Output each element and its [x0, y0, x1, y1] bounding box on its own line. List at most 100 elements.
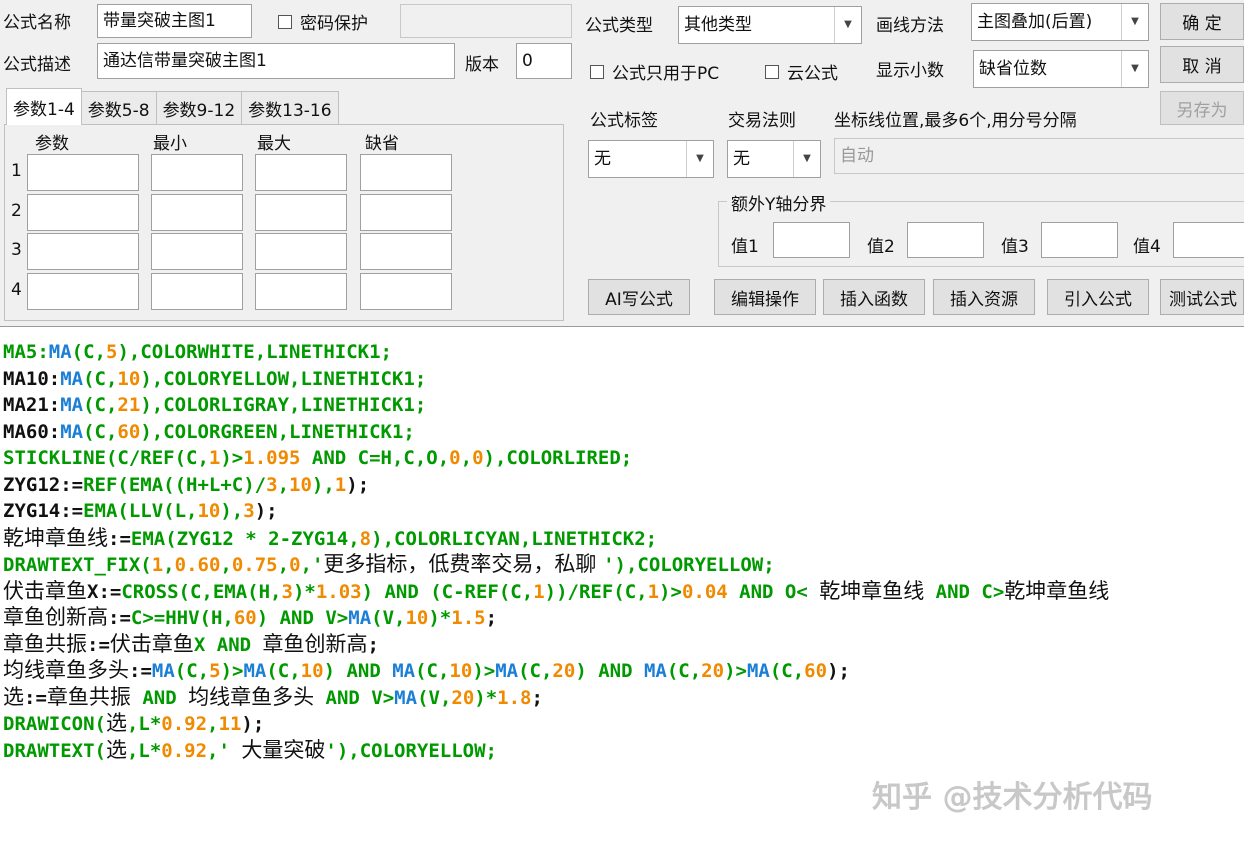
code-token: STICKLINE(C/REF(C, [3, 447, 209, 469]
code-token: (V, [417, 686, 452, 709]
code-token: 乾坤章鱼线 [819, 578, 925, 603]
code-token: AND O< [727, 580, 820, 603]
param-min-input[interactable] [151, 194, 243, 231]
code-token: (V, [371, 607, 406, 629]
param-min-input[interactable] [151, 154, 243, 191]
param-row-number: 4 [11, 280, 22, 300]
formula-name-input[interactable]: 带量突破主图1 [97, 4, 252, 38]
code-token: AND [130, 686, 189, 709]
param-header-name: 参数 [35, 134, 69, 154]
code-token: , [277, 554, 290, 576]
code-token: , [163, 554, 175, 576]
code-token: ))/REF(C, [544, 580, 648, 603]
code-token: 章鱼创新高 [262, 631, 368, 656]
code-token: 3 [281, 580, 293, 603]
chevron-down-icon[interactable]: ▼ [793, 141, 820, 177]
code-token: MA [348, 607, 372, 629]
code-token: 60 [117, 420, 141, 443]
cloud-formula-checkbox[interactable]: 云公式 [765, 59, 838, 84]
insert-function-button[interactable]: 插入函数 [823, 279, 925, 315]
code-token: MA [392, 660, 416, 682]
code-token: 章鱼共振 [46, 684, 131, 709]
param-max-input[interactable] [255, 194, 347, 231]
code-token: ); [254, 500, 278, 522]
code-token: := [108, 607, 131, 629]
param-max-input[interactable] [255, 273, 347, 310]
param-name-input[interactable] [27, 273, 139, 310]
checkbox-box[interactable] [590, 64, 604, 79]
param-max-input[interactable] [255, 233, 347, 270]
code-token: (C, [83, 420, 118, 443]
checkbox-box[interactable] [278, 14, 292, 29]
trade-rule-value: 无 [733, 149, 750, 169]
param-max-input[interactable] [255, 154, 347, 191]
insert-resource-button[interactable]: 插入资源 [933, 279, 1035, 315]
code-token: 10 [197, 500, 221, 522]
tab-params-5-8[interactable]: 参数5-8 [80, 91, 157, 125]
param-tab-panel: 参数 最小 最大 缺省 1 2 3 4 [4, 124, 564, 321]
tab-params-1-4[interactable]: 参数1-4 [6, 88, 82, 125]
code-token: 10 [117, 367, 141, 390]
param-name-input[interactable] [27, 154, 139, 191]
formula-tag-select[interactable]: 无 ▼ [588, 140, 714, 178]
param-row-number: 3 [11, 240, 22, 260]
code-token: ); [827, 660, 850, 682]
trade-rule-label: 交易法则 [728, 111, 796, 131]
tab-params-13-16[interactable]: 参数13-16 [241, 91, 339, 125]
formula-type-select[interactable]: 其他类型 ▼ [678, 6, 862, 44]
param-name-input[interactable] [27, 194, 139, 231]
tab-params-9-12[interactable]: 参数9-12 [155, 91, 243, 125]
code-token: '),COLORYELLOW; [603, 554, 775, 576]
import-formula-button[interactable]: 引入公式 [1047, 279, 1149, 315]
version-input[interactable]: 0 [516, 43, 572, 79]
axis-position-label: 坐标线位置,最多6个,用分号分隔 [834, 111, 1077, 131]
code-token: 选 [105, 737, 127, 762]
y-value-2-input[interactable] [907, 222, 984, 258]
y-value-1-input[interactable] [773, 222, 850, 258]
code-token: MA [394, 686, 418, 709]
param-min-input[interactable] [151, 273, 243, 310]
formula-desc-input[interactable]: 通达信带量突破主图1 [97, 43, 455, 79]
test-formula-button[interactable]: 测试公式 [1160, 279, 1244, 315]
draw-method-select[interactable]: 主图叠加(后置) ▼ [971, 3, 1149, 41]
param-name-input[interactable] [27, 233, 139, 270]
checkbox-box[interactable] [765, 64, 779, 79]
trade-rule-select[interactable]: 无 ▼ [727, 140, 821, 178]
code-token: ; [367, 633, 379, 656]
pc-only-checkbox[interactable]: 公式只用于PC [590, 59, 719, 84]
code-token: 10 [300, 660, 324, 682]
y-value-4-input[interactable] [1173, 222, 1244, 258]
password-protect-checkbox[interactable]: 密码保护 [278, 9, 368, 34]
edit-operations-button[interactable]: 编辑操作 [714, 279, 816, 315]
param-default-input[interactable] [360, 154, 452, 191]
code-token: 20 [552, 660, 576, 682]
code-token: (C, [83, 394, 118, 416]
ok-button[interactable]: 确 定 [1160, 3, 1244, 40]
ai-write-formula-button[interactable]: AI写公式 [588, 279, 690, 315]
chevron-down-icon[interactable]: ▼ [686, 141, 713, 177]
code-token: := [108, 527, 131, 550]
cancel-button[interactable]: 取 消 [1160, 46, 1244, 83]
code-token: 伏击章鱼 [109, 631, 194, 656]
code-token: MA [643, 660, 667, 682]
param-default-input[interactable] [360, 194, 452, 231]
param-default-input[interactable] [360, 273, 452, 310]
param-min-input[interactable] [151, 233, 243, 270]
code-token: X:= [87, 580, 122, 603]
chevron-down-icon[interactable]: ▼ [1121, 4, 1148, 40]
code-token: 大量突破 [241, 737, 326, 762]
formula-code-editor[interactable]: MA5:MA(C,5),COLORWHITE,LINETHICK1; MA10:M… [0, 326, 1244, 843]
extra-y-axis-group: 额外Y轴分界 值1 值2 值3 值4 [718, 190, 1244, 267]
code-token: )> [659, 580, 682, 603]
decimals-select[interactable]: 缺省位数 ▼ [973, 50, 1149, 88]
code-token: 11 [218, 713, 242, 735]
param-default-input[interactable] [360, 233, 452, 270]
code-token: AND C=H,C,O, [300, 447, 450, 469]
code-token: ; [531, 686, 543, 709]
code-token: , [220, 554, 232, 576]
y-value-3-input[interactable] [1041, 222, 1118, 258]
chevron-down-icon[interactable]: ▼ [1121, 51, 1148, 87]
code-line: DRAWTEXT_FIX(1,0.60,0.75,0,'更多指标，低费率交易，私… [3, 551, 1109, 578]
chevron-down-icon[interactable]: ▼ [834, 7, 861, 43]
code-token: 0.75 [231, 554, 278, 576]
